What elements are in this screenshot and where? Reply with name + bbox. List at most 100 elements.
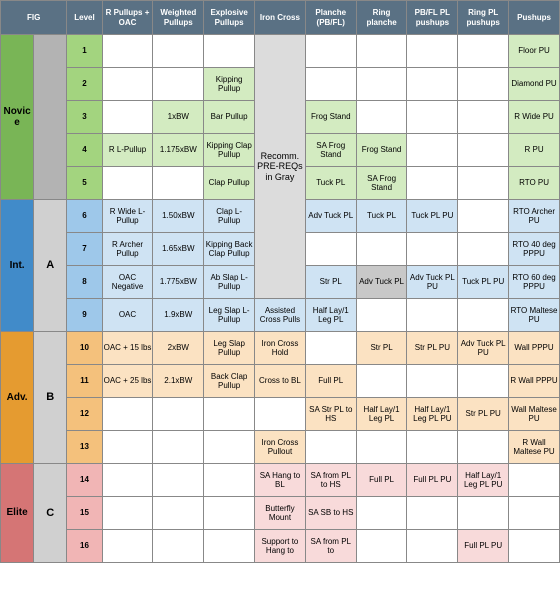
- skill-cell: [407, 299, 458, 332]
- skill-cell: Wall Maltese PU: [509, 398, 560, 431]
- level-cell: 4: [67, 134, 102, 167]
- skill-cell: Adv Tuck PL: [356, 266, 407, 299]
- skill-cell: 1.50xBW: [153, 200, 204, 233]
- skill-cell: 1.65xBW: [153, 233, 204, 266]
- skill-cell: Half Lay/1 Leg PL PU: [407, 398, 458, 431]
- skill-cell: [509, 530, 560, 563]
- skill-cell: [458, 497, 509, 530]
- header-level: Level: [67, 1, 102, 35]
- fig-label: C: [34, 464, 67, 563]
- skill-cell: [204, 497, 255, 530]
- level-cell: 3: [67, 101, 102, 134]
- skill-cell: R Wide L-Pullup: [102, 200, 153, 233]
- level-cell: 8: [67, 266, 102, 299]
- skill-cell: [153, 497, 204, 530]
- skill-cell: [305, 431, 356, 464]
- skill-cell: Str PL: [305, 266, 356, 299]
- skill-cell: Tuck PL PU: [407, 200, 458, 233]
- skill-cell: Tuck PL: [305, 167, 356, 200]
- table-header: FIGLevelR Pullups + OACWeighted PullupsE…: [1, 1, 560, 35]
- skill-cell: Back Clap Pullup: [204, 365, 255, 398]
- skill-cell: 1.175xBW: [153, 134, 204, 167]
- header-skill: Weighted Pullups: [153, 1, 204, 35]
- skill-cell: [407, 167, 458, 200]
- skill-cell: [153, 464, 204, 497]
- skill-cell: [102, 530, 153, 563]
- table-row: EliteC14SA Hang to BLSA from PL to HSFul…: [1, 464, 560, 497]
- skill-cell: RTO 60 deg PPPU: [509, 266, 560, 299]
- skill-cell: [407, 530, 458, 563]
- skill-cell: R Archer Pullup: [102, 233, 153, 266]
- skill-cell: [356, 35, 407, 68]
- skill-cell: 1.9xBW: [153, 299, 204, 332]
- skill-cell: SA Str PL to HS: [305, 398, 356, 431]
- level-cell: 15: [67, 497, 102, 530]
- skill-cell: Kipping Back Clap Pullup: [204, 233, 255, 266]
- skill-cell: SA Frog Stand: [356, 167, 407, 200]
- table-body: Novice1Recomm. PRE-REQs in GrayFloor PU2…: [1, 35, 560, 563]
- skill-cell: OAC: [102, 299, 153, 332]
- skill-cell: Clap Pullup: [204, 167, 255, 200]
- skill-cell: SA from PL to HS: [305, 464, 356, 497]
- skill-cell: [102, 68, 153, 101]
- skill-cell: Assisted Cross Pulls: [255, 299, 306, 332]
- skill-cell: [102, 497, 153, 530]
- skill-cell: Str PL: [356, 332, 407, 365]
- skill-cell: R Wall PPPU: [509, 365, 560, 398]
- skill-cell: [153, 530, 204, 563]
- level-cell: 1: [67, 35, 102, 68]
- skill-cell: [356, 365, 407, 398]
- skill-cell: Cross to BL: [255, 365, 306, 398]
- skill-cell: [458, 68, 509, 101]
- skill-cell: SA SB to HS: [305, 497, 356, 530]
- skill-cell: [356, 530, 407, 563]
- skill-cell: [153, 68, 204, 101]
- skill-cell: [102, 35, 153, 68]
- skill-cell: [102, 431, 153, 464]
- fig-label: B: [34, 332, 67, 464]
- skill-cell: OAC Negative: [102, 266, 153, 299]
- skill-cell: [407, 365, 458, 398]
- skill-cell: [102, 167, 153, 200]
- skill-cell: [407, 68, 458, 101]
- skill-cell: Kipping Clap Pullup: [204, 134, 255, 167]
- skill-cell: [356, 68, 407, 101]
- skill-cell: Str PL PU: [407, 332, 458, 365]
- fig-label: [34, 35, 67, 200]
- tier-label: Int.: [1, 200, 34, 332]
- skill-cell: Tuck PL PU: [458, 266, 509, 299]
- tier-label: Adv.: [1, 332, 34, 464]
- table-row: 13Iron Cross PulloutR Wall Maltese PU: [1, 431, 560, 464]
- skill-cell: [305, 332, 356, 365]
- skill-cell: OAC + 25 lbs: [102, 365, 153, 398]
- skill-cell: [458, 431, 509, 464]
- skill-cell: RTO Maltese PU: [509, 299, 560, 332]
- skill-cell: Adv Tuck PL: [305, 200, 356, 233]
- skill-cell: [407, 35, 458, 68]
- skill-cell: RTO Archer PU: [509, 200, 560, 233]
- level-cell: 16: [67, 530, 102, 563]
- skill-cell: 1.775xBW: [153, 266, 204, 299]
- skill-cell: Wall PPPU: [509, 332, 560, 365]
- skill-cell: [356, 497, 407, 530]
- skill-cell: SA from PL to: [305, 530, 356, 563]
- skill-cell: [305, 68, 356, 101]
- skill-cell: Butterfly Mount: [255, 497, 306, 530]
- table-row: Novice1Recomm. PRE-REQs in GrayFloor PU: [1, 35, 560, 68]
- skill-cell: [407, 134, 458, 167]
- skill-cell: Iron Cross Hold: [255, 332, 306, 365]
- table-row: Adv.B10OAC + 15 lbs2xBWLeg Slap PullupIr…: [1, 332, 560, 365]
- fig-label: A: [34, 200, 67, 332]
- skill-cell: [255, 398, 306, 431]
- skill-cell: Adv Tuck PL PU: [407, 266, 458, 299]
- skill-cell: Full PL: [305, 365, 356, 398]
- level-cell: 14: [67, 464, 102, 497]
- header-skill: Planche (PB/FL): [305, 1, 356, 35]
- skill-cell: [458, 167, 509, 200]
- skill-cell: [356, 233, 407, 266]
- skill-cell: Clap L-Pullup: [204, 200, 255, 233]
- skill-cell: [458, 134, 509, 167]
- skill-cell: [356, 299, 407, 332]
- skill-cell: [458, 200, 509, 233]
- skill-cell: [509, 464, 560, 497]
